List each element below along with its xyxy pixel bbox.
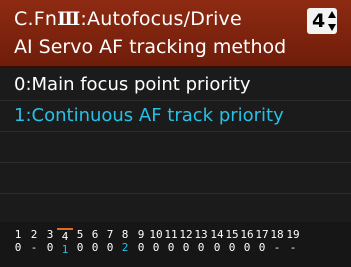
status-cell-6: 60 [87,228,103,254]
status-cell-16: 16 0 [239,228,255,254]
status-number: 18 [270,228,284,241]
custom-function-status-bar: 1 0 2-3 0 4 1 5 0 6 0 7 0 8 2 9 0 10 0 11 0 12 0 13 0 14 0 15 0 16 0 1… [0,222,351,267]
status-cell-15: 15 0 [224,228,240,254]
status-number: 4 [57,228,73,243]
status-value: 1 [61,243,69,256]
status-number: 3 [46,228,54,241]
status-value: - [30,241,38,254]
status-cell-19: 19- [285,228,301,254]
status-value: 0 [76,241,84,254]
status-value: 0 [182,241,190,254]
status-cell-3: 30 [42,228,58,254]
status-cell-1: 10 [10,228,26,254]
status-number: 7 [106,228,114,241]
status-value: 0 [91,241,99,254]
title-prefix: C.Fn [14,8,58,30]
status-value: 0 [228,241,236,254]
arrow-down-icon [327,24,336,31]
option-1[interactable]: 1:Continuous AF track priority [0,101,351,132]
status-cell-4: 41 [57,228,73,256]
menu-header: C.FnⅢ:Autofocus/Drive AI Servo AF tracki… [0,0,351,68]
title-suffix: :Autofocus/Drive [80,8,242,30]
status-value: 0 [14,241,22,254]
status-cell-12: 12 0 [178,228,194,254]
arrow-up-icon [327,11,336,18]
status-value: 0 [167,241,175,254]
status-number: 1 [14,228,22,241]
scroll-arrows-icon [327,11,336,31]
status-number: 10 [149,228,163,241]
status-number: 6 [91,228,99,241]
status-number: 19 [286,228,300,241]
status-number: 12 [179,228,193,241]
status-number: 14 [210,228,224,241]
option-0[interactable]: 0:Main focus point priority [0,70,351,101]
status-number: 13 [194,228,208,241]
status-value: 0 [46,241,54,254]
status-number: 5 [76,228,84,241]
status-value: 0 [213,241,221,254]
option-list: 0:Main focus point priority 1:Continuous… [0,70,351,194]
status-cell-10: 10 0 [148,228,164,254]
status-number: 2 [30,228,38,241]
function-name: AI Servo AF tracking method [14,36,287,58]
status-cell-5: 50 [72,228,88,254]
status-cell-13: 13 0 [193,228,209,254]
status-number: 15 [225,228,239,241]
status-value: 2 [121,241,129,254]
status-cell-11: 11 0 [163,228,179,254]
page-number: 4 [312,10,326,32]
page-number-selector[interactable]: 4 [307,8,337,34]
status-number: 8 [121,228,129,241]
status-number: 16 [240,228,254,241]
status-cell-17: 17 0 [254,228,270,254]
camera-menu-screen: C.FnⅢ:Autofocus/Drive AI Servo AF tracki… [0,0,351,267]
status-cell-9: 90 [133,228,149,254]
status-value: 0 [137,241,145,254]
status-value: 0 [152,241,160,254]
option-empty-row [0,163,351,194]
status-cell-7: 70 [102,228,118,254]
status-value: 0 [243,241,251,254]
status-value: - [289,241,297,254]
title-group: Ⅲ [57,8,81,30]
status-value: 0 [258,241,266,254]
status-value: - [273,241,281,254]
page-title: C.FnⅢ:Autofocus/Drive [14,8,242,30]
status-number: 9 [137,228,145,241]
status-number: 11 [164,228,178,241]
status-cell-14: 14 0 [209,228,225,254]
option-empty-row [0,132,351,163]
status-cell-2: 2- [26,228,42,254]
status-cell-18: 18- [269,228,285,254]
status-value: 0 [197,241,205,254]
status-value: 0 [106,241,114,254]
status-cell-8: 82 [117,228,133,254]
status-number: 17 [255,228,269,241]
